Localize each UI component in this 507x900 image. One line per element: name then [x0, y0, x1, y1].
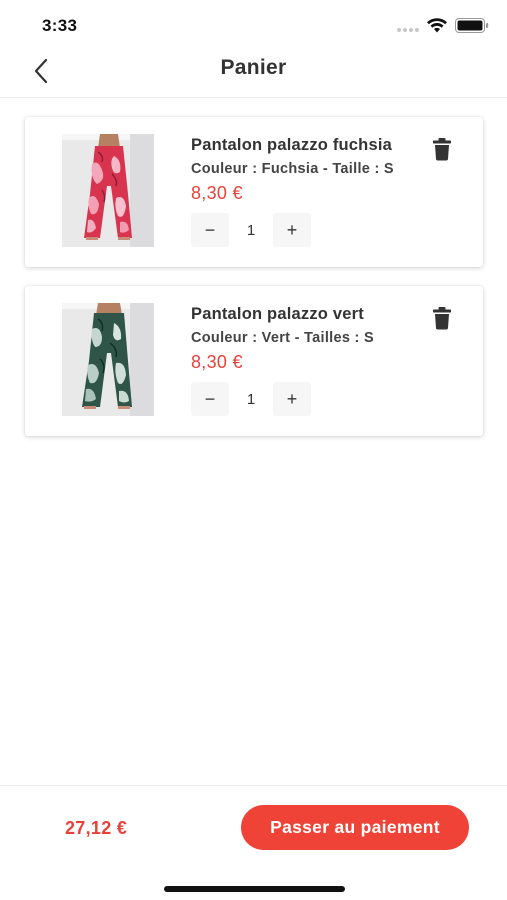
cart-total: 27,12 € — [65, 818, 128, 838]
wifi-icon — [427, 18, 447, 33]
product-name[interactable]: Pantalon palazzo fuchsia — [191, 136, 423, 155]
cart-item: Pantalon palazzo fuchsia Couleur : Fuchs… — [25, 117, 483, 267]
quantity-stepper: − 1 + — [191, 213, 311, 247]
product-image[interactable] — [62, 134, 154, 247]
increment-button[interactable]: + — [273, 213, 311, 247]
product-variant: Couleur : Fuchsia - Taille : S — [191, 161, 394, 177]
checkout-button[interactable]: Passer au paiement — [241, 805, 469, 850]
quantity-value: 1 — [246, 390, 256, 408]
trash-icon[interactable] — [431, 137, 453, 161]
product-variant: Couleur : Vert - Tailles : S — [191, 330, 374, 346]
quantity-value: 1 — [246, 221, 256, 239]
product-price: 8,30 € — [191, 183, 243, 203]
cart-item: Pantalon palazzo vert Couleur : Vert - T… — [25, 286, 483, 436]
product-image[interactable] — [62, 303, 154, 416]
decrement-button[interactable]: − — [191, 382, 229, 416]
home-indicator[interactable] — [164, 886, 345, 892]
decrement-button[interactable]: − — [191, 213, 229, 247]
nav-bar: Panier — [0, 50, 507, 98]
trash-icon[interactable] — [431, 306, 453, 330]
checkout-footer: 27,12 € Passer au paiement — [0, 785, 507, 900]
status-time: 3:33 — [42, 16, 78, 35]
product-price: 8,30 € — [191, 352, 243, 372]
signal-dots-icon — [397, 28, 419, 32]
status-bar: 3:33 — [0, 0, 507, 50]
page-title: Panier — [220, 56, 287, 79]
increment-button[interactable]: + — [273, 382, 311, 416]
battery-icon — [455, 18, 489, 33]
quantity-stepper: − 1 + — [191, 382, 311, 416]
product-name[interactable]: Pantalon palazzo vert — [191, 305, 423, 324]
